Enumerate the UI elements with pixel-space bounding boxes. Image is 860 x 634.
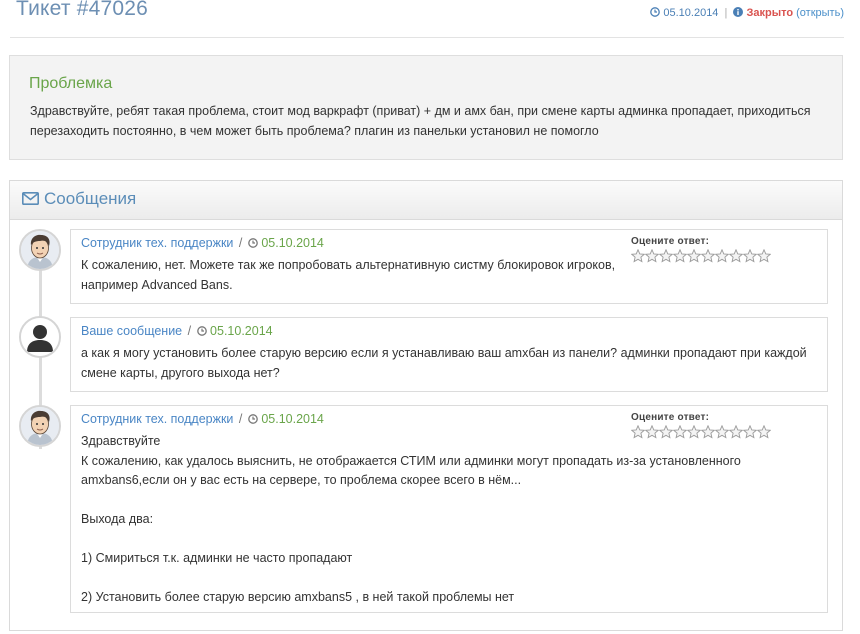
star-icon[interactable] [714,248,730,263]
ticket-title: Тикет #47026 [16,0,148,20]
clock-icon [650,7,661,17]
message-author[interactable]: Сотрудник тех. поддержки [81,236,233,250]
envelope-icon [22,192,39,205]
message-line: Здравствуйте [81,434,161,448]
message-item: Сотрудник тех. поддержки / 05.10.2014 Оц… [70,229,828,304]
rating-widget: Оцените ответ: [630,236,772,263]
message-text: Здравствуйте К сожалению, как удалось вы… [81,432,816,608]
rating-stars[interactable] [630,248,772,263]
message-header: Ваше сообщение / 05.10.2014 [81,324,273,338]
message-date: 05.10.2014 [261,236,324,250]
message-text: К сожалению, нет. Можете так же попробов… [81,256,641,295]
messages-title: Сообщения [44,189,137,208]
ticket-meta: 05.10.2014 | Закрыто (открыть) [650,7,844,19]
user-avatar [19,316,61,358]
problem-text: Здравствуйте, ребят такая проблема, стои… [30,104,811,138]
message-line: 2) Установить более старую версию amxban… [81,590,515,604]
message-date: 05.10.2014 [261,412,324,426]
staff-avatar [19,405,61,447]
rating-label: Оцените ответ: [631,236,710,247]
clock-icon [247,238,258,248]
star-icon[interactable] [756,248,772,263]
message-author[interactable]: Ваше сообщение [81,324,182,338]
info-icon [733,7,744,17]
reopen-link[interactable]: (открыть) [796,7,844,19]
rating-label: Оцените ответ: [631,412,710,423]
star-icon[interactable] [728,248,744,263]
message-date: 05.10.2014 [210,324,273,338]
message-text: а как я могу установить более старую вер… [81,344,816,383]
staff-avatar [19,229,61,271]
message-item: Сотрудник тех. поддержки / 05.10.2014 Оц… [70,405,828,613]
message-line: К сожалению, как удалось выяснить, не от… [81,453,741,488]
ticket-date: 05.10.2014 [663,7,719,19]
message-line: 1) Смириться т.к. админки не часто пропа… [81,551,353,565]
message-line: а как я могу установить более старую вер… [81,346,807,380]
status-badge: Закрыто [746,7,794,19]
header-divider [10,37,844,38]
clock-icon [196,326,207,336]
message-item: Ваше сообщение / 05.10.2014 а как я могу… [70,317,828,392]
messages-panel: Сообщения Сотрудник тех. поддержки / 05.… [9,180,843,631]
star-icon[interactable] [700,248,716,263]
message-header: Сотрудник тех. поддержки / 05.10.2014 [81,236,324,250]
star-icon[interactable] [644,248,660,263]
star-icon[interactable] [658,248,674,263]
meta-separator: | [724,7,728,19]
messages-header: Сообщения [10,181,842,220]
problem-title: Проблемка [29,75,113,92]
message-header: Сотрудник тех. поддержки / 05.10.2014 [81,412,324,426]
message-line: Выхода два: [81,512,154,526]
message-author[interactable]: Сотрудник тех. поддержки [81,412,233,426]
message-line: К сожалению, нет. Можете так же попробов… [81,258,616,292]
star-icon[interactable] [686,248,702,263]
problem-panel: Проблемка Здравствуйте, ребят такая проб… [9,55,843,160]
clock-icon [247,414,258,424]
star-icon[interactable] [742,248,758,263]
ticket-header: Тикет #47026 05.10.2014 | Закрыто (откры… [16,0,844,28]
star-icon[interactable] [672,248,688,263]
